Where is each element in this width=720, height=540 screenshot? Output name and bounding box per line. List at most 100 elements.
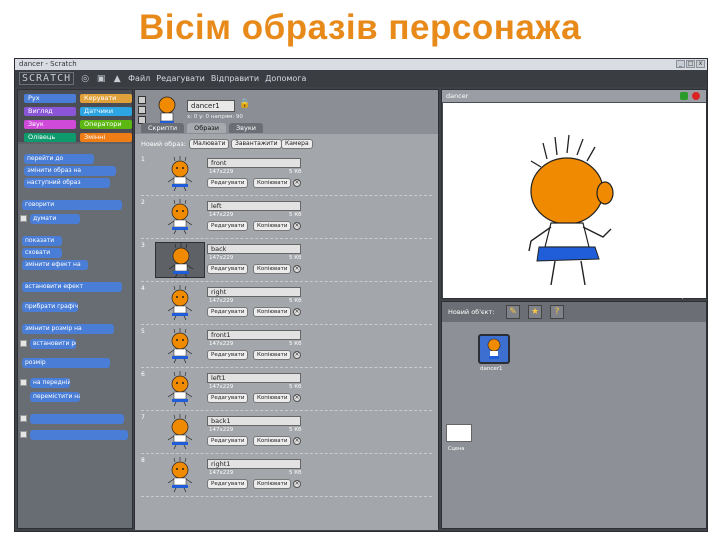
copy-costume-button[interactable]: Копіювати xyxy=(253,393,292,403)
stop-icon[interactable] xyxy=(692,92,700,100)
edit-costume-button[interactable]: Редагувати xyxy=(207,436,249,446)
copy-costume-button[interactable]: Копіювати xyxy=(253,350,292,360)
palette-block[interactable]: говорити xyxy=(22,200,122,210)
category-sound[interactable]: Звук xyxy=(24,120,76,129)
rotate-icon[interactable] xyxy=(138,96,146,104)
delete-costume-icon[interactable]: × xyxy=(293,394,301,402)
palette-block[interactable]: прибрати графічні ефекти xyxy=(22,302,78,312)
category-looks[interactable]: Вигляд xyxy=(24,107,76,116)
palette-block[interactable] xyxy=(30,414,124,424)
maximize-button[interactable]: □ xyxy=(686,60,695,68)
palette-block[interactable]: змінити ефект на xyxy=(22,260,88,270)
globe-icon[interactable]: ◎ xyxy=(80,74,90,84)
camera-button[interactable]: Камера xyxy=(281,139,313,149)
category-variables[interactable]: Змінні xyxy=(80,133,132,142)
minimize-button[interactable]: _ xyxy=(676,60,685,68)
edit-costume-button[interactable]: Редагувати xyxy=(207,350,249,360)
copy-costume-button[interactable]: Копіювати xyxy=(253,307,292,317)
costume-name-field[interactable]: front1 xyxy=(207,330,301,340)
flip-icon[interactable] xyxy=(138,106,146,114)
costume-thumbnail-icon[interactable] xyxy=(155,199,205,235)
tab-scripts[interactable]: Скрипти xyxy=(141,123,185,133)
import-button[interactable]: Завантажити xyxy=(231,139,282,149)
costume-item[interactable]: 7 back1 147x229 5 Кб Редагувати Копіювати × xyxy=(135,412,438,454)
share-icon[interactable]: ▲ xyxy=(112,74,122,84)
costume-thumbnail-icon[interactable] xyxy=(155,285,205,321)
palette-block[interactable]: встановити ефект xyxy=(22,282,122,292)
costume-name-field[interactable]: right xyxy=(207,287,301,297)
menu-edit[interactable]: Редагувати xyxy=(156,74,205,83)
category-motion[interactable]: Рух xyxy=(24,94,76,103)
palette-block[interactable]: показати xyxy=(22,236,62,246)
costume-thumbnail-icon[interactable] xyxy=(155,457,205,493)
delete-costume-icon[interactable]: × xyxy=(293,308,301,316)
costume-item[interactable]: 4 right 147x229 5 Кб Редагувати Копіювати × xyxy=(135,283,438,325)
tab-costumes[interactable]: Образи xyxy=(187,123,226,133)
sprite-name-field[interactable]: dancer1 xyxy=(187,100,235,112)
category-pen[interactable]: Олівець xyxy=(24,133,76,142)
costume-name-field[interactable]: front xyxy=(207,158,301,168)
palette-block[interactable]: на передній план xyxy=(30,378,70,388)
palette-block[interactable]: наступний образ xyxy=(24,178,110,188)
palette-block[interactable]: думати xyxy=(30,214,80,224)
costume-item[interactable]: 1 front 147x229 5 Кб Редагувати Копіювати × xyxy=(135,154,438,196)
costume-item[interactable]: 2 left 147x229 5 Кб Редагувати Копіювати × xyxy=(135,197,438,239)
costume-thumbnail-icon[interactable] xyxy=(155,156,205,192)
costume-thumbnail-icon[interactable] xyxy=(155,242,205,279)
costume-name-field[interactable]: left xyxy=(207,201,301,211)
palette-block[interactable]: змінити образ на xyxy=(24,166,116,176)
palette-block[interactable]: встановити розмір xyxy=(30,339,76,349)
delete-costume-icon[interactable]: × xyxy=(293,179,301,187)
random-sprite-icon[interactable]: ? xyxy=(550,305,564,319)
costume-name-field[interactable]: right1 xyxy=(207,459,301,469)
stage-thumbnail[interactable] xyxy=(446,424,472,442)
edit-costume-button[interactable]: Редагувати xyxy=(207,178,249,188)
costume-name-field[interactable]: back xyxy=(207,244,301,254)
palette-block[interactable]: сховати xyxy=(22,248,62,258)
checkbox[interactable] xyxy=(20,431,27,438)
costume-name-field[interactable]: back1 xyxy=(207,416,301,426)
choose-sprite-icon[interactable]: ★ xyxy=(528,305,542,319)
category-operators[interactable]: Оператори xyxy=(80,120,132,129)
delete-costume-icon[interactable]: × xyxy=(293,222,301,230)
checkbox[interactable] xyxy=(20,415,27,422)
edit-costume-button[interactable]: Редагувати xyxy=(207,264,249,274)
category-control[interactable]: Керувати xyxy=(80,94,132,103)
delete-costume-icon[interactable]: × xyxy=(293,480,301,488)
palette-block[interactable]: змінити розмір на xyxy=(22,324,114,334)
copy-costume-button[interactable]: Копіювати xyxy=(253,221,292,231)
costume-thumbnail-icon[interactable] xyxy=(155,371,205,407)
edit-costume-button[interactable]: Редагувати xyxy=(207,393,249,403)
copy-costume-button[interactable]: Копіювати xyxy=(253,264,292,274)
lock-icon[interactable]: 🔒 xyxy=(239,99,250,109)
costume-thumbnail-icon[interactable] xyxy=(155,414,205,450)
costume-thumbnail-icon[interactable] xyxy=(155,328,205,364)
delete-costume-icon[interactable]: × xyxy=(293,351,301,359)
checkbox[interactable] xyxy=(20,379,27,386)
copy-costume-button[interactable]: Копіювати xyxy=(253,479,292,489)
costume-name-field[interactable]: left1 xyxy=(207,373,301,383)
menu-share[interactable]: Відправити xyxy=(211,74,259,83)
stage-canvas[interactable] xyxy=(443,103,706,298)
edit-costume-button[interactable]: Редагувати xyxy=(207,307,249,317)
palette-block[interactable]: перейти до xyxy=(24,154,94,164)
sprite-tile[interactable] xyxy=(478,334,510,364)
copy-costume-button[interactable]: Копіювати xyxy=(253,436,292,446)
costume-item[interactable]: 6 left1 147x229 5 Кб Редагувати Копіювати × xyxy=(135,369,438,411)
dancer-sprite[interactable] xyxy=(443,103,706,298)
green-flag-icon[interactable] xyxy=(680,92,688,100)
delete-costume-icon[interactable]: × xyxy=(293,265,301,273)
copy-costume-button[interactable]: Копіювати xyxy=(253,178,292,188)
close-button[interactable]: x xyxy=(696,60,705,68)
palette-block[interactable]: перемістити назад на xyxy=(30,392,80,402)
edit-costume-button[interactable]: Редагувати xyxy=(207,221,249,231)
menu-file[interactable]: Файл xyxy=(128,74,150,83)
palette-block[interactable]: розмір xyxy=(22,358,110,368)
costume-item[interactable]: 3 back 147x229 5 Кб Редагувати Копіювати × xyxy=(135,240,438,282)
paint-sprite-icon[interactable]: ✎ xyxy=(506,305,520,319)
costume-item[interactable]: 8 right1 147x229 5 Кб Редагувати Копіювати × xyxy=(135,455,438,497)
palette-block[interactable] xyxy=(30,430,128,440)
paint-button[interactable]: Малювати xyxy=(189,139,230,149)
category-sensing[interactable]: Датчики xyxy=(80,107,132,116)
checkbox[interactable] xyxy=(20,340,27,347)
